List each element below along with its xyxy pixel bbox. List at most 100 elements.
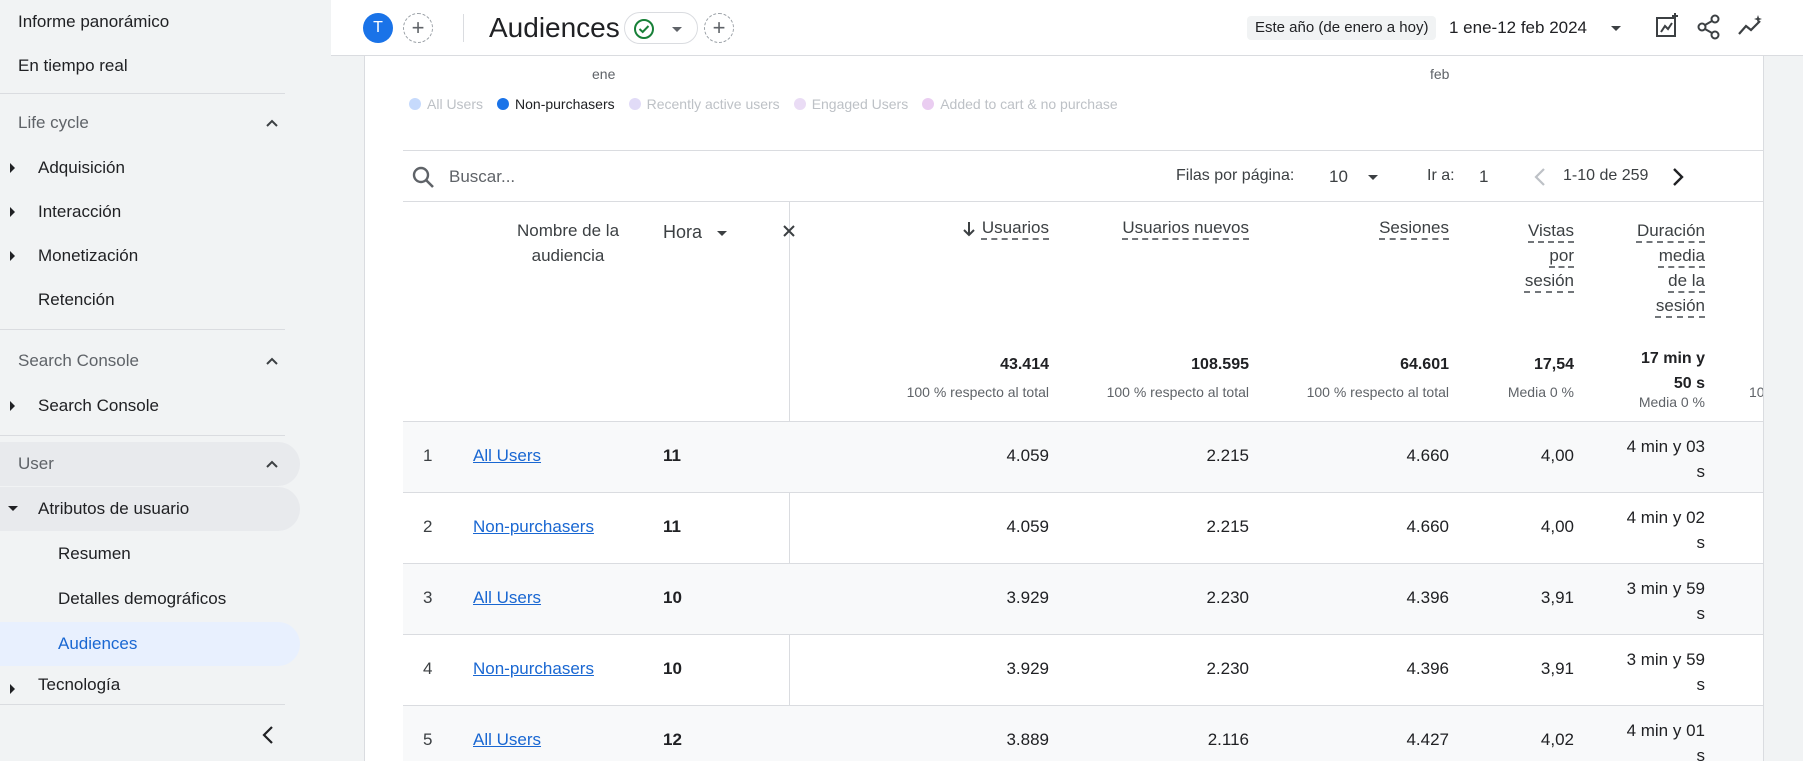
hour-cell: 10: [663, 588, 682, 607]
goto-label: Ir a:: [1427, 167, 1455, 184]
audience-link[interactable]: All Users: [473, 730, 541, 750]
total-users-sub: 100 % respecto al total: [906, 384, 1049, 400]
sidebar-item-interaccion[interactable]: Interacción: [0, 190, 300, 234]
sidebar-item-adquisicion[interactable]: Adquisición: [0, 146, 300, 190]
sidebar-item-audiences[interactable]: Audiences: [0, 622, 300, 666]
sidebar-item-atributos-usuario[interactable]: Atributos de usuario: [0, 487, 300, 531]
total-sessions-sub: 100 % respecto al total: [1306, 384, 1449, 400]
sidebar-item-label: Atributos de usuario: [38, 499, 190, 518]
sidebar-item-search-console[interactable]: Search Console: [0, 384, 300, 428]
caret-right-icon: [10, 684, 15, 694]
col-header-sessions[interactable]: Sesiones: [1379, 218, 1449, 238]
sidebar-item-monetizacion[interactable]: Monetización: [0, 234, 300, 278]
sidebar-divider: [0, 435, 285, 436]
insights-icon[interactable]: [1736, 12, 1766, 42]
caret-right-icon: [10, 207, 15, 217]
new-users-cell: 2.230: [1206, 659, 1249, 678]
col-header-audience[interactable]: Nombre de la audiencia: [493, 218, 643, 268]
col-header-avg-session-duration[interactable]: Duración media de la sesión: [1637, 218, 1705, 318]
chevron-up-icon: [266, 460, 278, 468]
plus-icon: +: [411, 15, 425, 40]
plus-icon: +: [712, 15, 726, 40]
sidebar-divider: [0, 704, 285, 705]
col-header-new-users[interactable]: Usuarios nuevos: [1122, 218, 1249, 238]
legend-item[interactable]: Added to cart & no purchase: [922, 96, 1118, 112]
sessions-cell: 4.396: [1406, 588, 1449, 607]
sidebar-item-label: Search Console: [38, 396, 159, 415]
toolbar-separator: [463, 14, 464, 42]
col-header-users: Usuarios: [981, 218, 1049, 237]
avg-duration-cell: 4 min y 03 s: [1627, 434, 1705, 484]
caret-right-icon: [10, 401, 15, 411]
rows-per-page-value: 10: [1329, 167, 1348, 186]
data-table: Nombre de la audiencia Hora Usuarios Usu…: [403, 202, 1763, 761]
prev-page-icon[interactable]: [1533, 167, 1547, 187]
caret-down-icon: [8, 506, 18, 511]
sidebar-item-label: Retención: [38, 290, 115, 309]
section-label: Search Console: [18, 351, 139, 370]
add-report-button[interactable]: +: [704, 13, 734, 43]
add-comparison-button[interactable]: +: [403, 13, 433, 43]
date-range-picker[interactable]: 1 ene-12 feb 2024: [1449, 16, 1622, 40]
search-input[interactable]: [449, 165, 749, 189]
next-page-icon[interactable]: [1671, 167, 1685, 187]
comparison-avatar[interactable]: T: [363, 13, 393, 43]
sidebar-section-search-console[interactable]: Search Console: [0, 339, 300, 383]
rows-per-page-label: Filas por página:: [1176, 167, 1295, 184]
edit-report-icon[interactable]: [1652, 12, 1682, 42]
sidebar-item-tecnologia[interactable]: Tecnología: [0, 667, 300, 703]
new-users-cell: 2.230: [1206, 588, 1249, 607]
header-line: por: [1549, 246, 1574, 265]
duration-line: 4 min y 03: [1626, 437, 1705, 456]
sidebar-item-informe-panoramico[interactable]: Informe panorámico: [18, 0, 169, 44]
dropdown-arrow-icon: [1610, 25, 1621, 31]
chart-legend: All Users Non-purchasers Recently active u…: [409, 96, 1132, 112]
page-title: Audiences: [489, 12, 620, 43]
legend-label: Engaged Users: [811, 96, 909, 112]
table-header: Nombre de la audiencia Hora Usuarios Usu…: [403, 202, 1763, 422]
views-per-session-cell: 4,00: [1540, 517, 1574, 536]
col-header-hour: Hora: [663, 222, 703, 242]
views-per-session-cell: 4,02: [1540, 730, 1574, 749]
section-label: User: [18, 454, 54, 473]
audience-link[interactable]: Non-purchasers: [473, 517, 594, 537]
row-number: 2: [423, 517, 433, 536]
legend-dot-icon: [922, 98, 935, 110]
legend-item[interactable]: Engaged Users: [793, 96, 909, 112]
report-status-dropdown[interactable]: [624, 12, 698, 44]
header-line: Vistas: [1528, 221, 1574, 240]
rows-per-page-select[interactable]: 10: [1329, 167, 1379, 187]
views-per-session-cell: 3,91: [1540, 588, 1574, 607]
sessions-cell: 4.660: [1406, 517, 1449, 536]
hour-dimension-select[interactable]: Hora: [663, 222, 728, 243]
audience-link[interactable]: All Users: [473, 588, 541, 608]
legend-item[interactable]: Recently active users: [628, 96, 780, 112]
legend-dot-icon: [793, 98, 806, 110]
legend-item[interactable]: Non-purchasers: [497, 96, 615, 112]
col-header-views-per-session[interactable]: Vistas por sesión: [1525, 218, 1574, 293]
audience-link[interactable]: All Users: [473, 446, 541, 466]
chart-x-label: feb: [1430, 66, 1450, 82]
sessions-cell: 4.660: [1406, 446, 1449, 465]
legend-dot-icon: [497, 98, 510, 110]
total-duration-sub: Media 0 %: [1638, 394, 1705, 410]
goto-page-input[interactable]: 1: [1479, 167, 1488, 187]
sidebar-section-user[interactable]: User: [0, 442, 300, 486]
sidebar-section-life-cycle[interactable]: Life cycle: [0, 101, 300, 145]
legend-item[interactable]: All Users: [409, 96, 483, 112]
sidebar-item-resumen[interactable]: Resumen: [0, 532, 300, 576]
duration-line: 3 min y 59: [1626, 650, 1705, 669]
close-icon[interactable]: [782, 224, 796, 238]
sidebar-item-tiempo-real[interactable]: En tiempo real: [18, 44, 128, 88]
sidebar-item-detalles-demograficos[interactable]: Detalles demográficos: [0, 577, 300, 621]
share-icon[interactable]: [1694, 12, 1724, 42]
sidebar-item-retencion[interactable]: Retención: [0, 278, 300, 322]
audience-link[interactable]: Non-purchasers: [473, 659, 594, 679]
collapse-sidebar-icon[interactable]: [258, 724, 280, 746]
col-header-users-wrap[interactable]: Usuarios: [962, 218, 1049, 238]
sessions-cell: 4.396: [1406, 659, 1449, 678]
search-icon: [412, 166, 434, 188]
row-number: 3: [423, 588, 433, 607]
hour-cell: 11: [663, 517, 681, 536]
top-bar: T + Audiences + Este año (de enero a hoy…: [331, 0, 1803, 56]
